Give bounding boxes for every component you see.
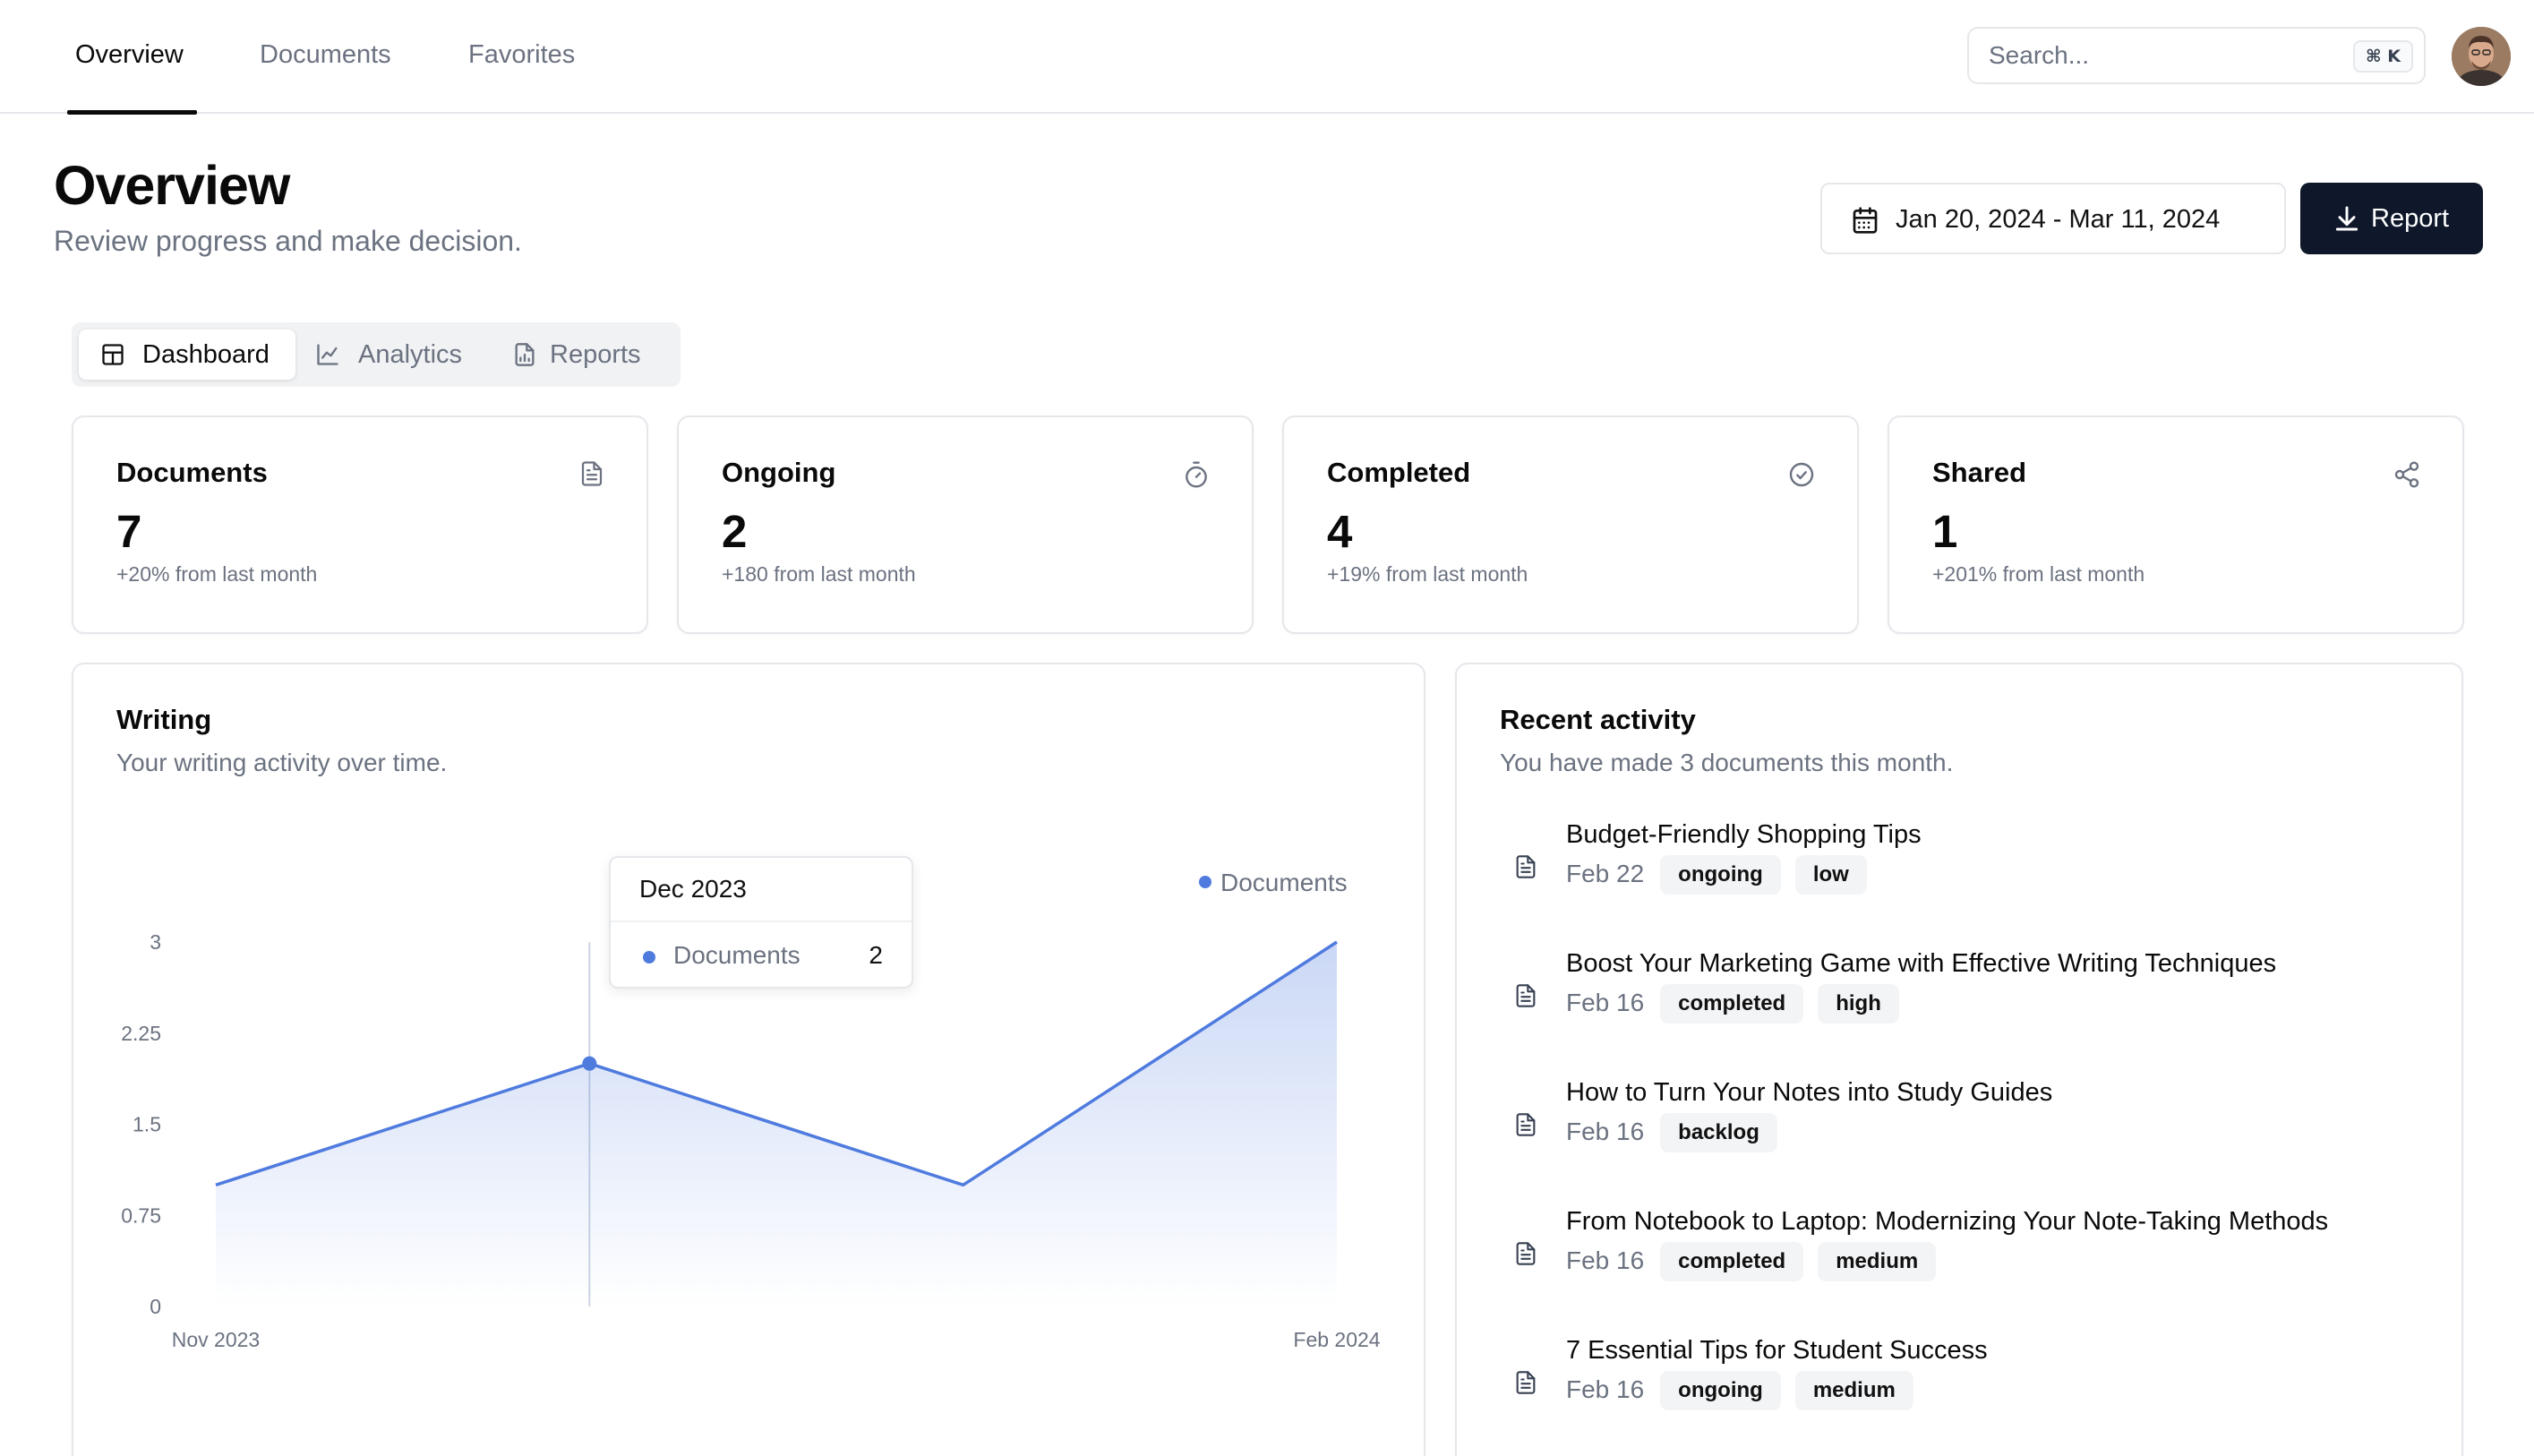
stat-card-completed: Completed 4 +19% from last month [1282,415,1859,634]
x-tick-label: Nov 2023 [172,1328,260,1351]
tab-dashboard[interactable]: Dashboard [79,330,295,380]
activity-title: Recent activity [1500,704,1696,735]
search-box[interactable]: ⌘ K [1967,27,2426,84]
tooltip-series-name: Documents [673,941,800,969]
chart-tooltip: Dec 2023 Documents 2 [609,856,913,989]
document-icon [1513,983,1538,1013]
timer-icon [1186,461,1207,488]
stat-value: 7 [116,506,142,557]
chart-legend: Documents [1199,869,1348,897]
priority-badge: medium [1794,1371,1913,1410]
stat-card-shared: Shared 1 +201% from last month [1888,415,2464,634]
recent-activity-card: Recent activity You have made 3 document… [1455,663,2463,1456]
stat-label: Shared [1932,457,2027,488]
stat-card-documents: Documents 7 +20% from last month [72,415,648,634]
priority-badge: medium [1818,1242,1937,1281]
search-shortcut: ⌘ K [2353,40,2413,73]
activity-item[interactable]: How to Turn Your Notes into Study Guides… [1457,1078,2460,1186]
avatar[interactable] [2452,27,2511,86]
tooltip-title: Dec 2023 [639,875,747,903]
priority-badge: low [1794,855,1867,895]
tooltip-series-dot [643,951,655,964]
activity-item[interactable]: Budget-Friendly Shopping Tips Feb 22 ongoi… [1457,820,2460,928]
stat-delta: +180 from last month [722,562,916,586]
writing-card: Writing Your writing activity over time.… [72,663,1425,1456]
y-tick-label: 3 [150,930,161,954]
status-badge: completed [1660,1242,1804,1281]
stat-label: Ongoing [722,457,836,488]
activity-item[interactable]: 7 Essential Tips for Student Success Feb … [1457,1336,2460,1443]
share-icon [2394,461,2419,488]
activity-item[interactable]: Boost Your Marketing Game with Effective… [1457,949,2460,1057]
search-input[interactable] [1989,29,2329,82]
tab-analytics[interactable]: Analytics [306,330,491,380]
activity-item-date: Feb 16 [1566,1118,1645,1145]
top-nav: Overview Documents Favorites ⌘ K [0,0,2534,115]
nav-tab-favorites[interactable]: Favorites [468,0,575,114]
view-tabs: Dashboard Analytics Reports [72,322,681,387]
stat-value: 1 [1932,506,1958,557]
report-button[interactable]: Report [2300,183,2483,254]
status-badge: ongoing [1660,1371,1781,1410]
activity-item-date: Feb 16 [1566,989,1645,1016]
y-tick-label: 2.25 [121,1022,161,1045]
stat-label: Completed [1327,457,1471,488]
date-range-picker[interactable]: Jan 20, 2024 - Mar 11, 2024 [1820,183,2286,254]
stat-delta: +201% from last month [1932,562,2145,586]
legend-dot [1199,876,1211,888]
stat-label: Documents [116,457,268,488]
date-range-label: Jan 20, 2024 - Mar 11, 2024 [1896,205,2221,234]
check-circle-icon [1789,462,1814,487]
report-button-label: Report [2371,204,2450,233]
x-tick-label: Feb 2024 [1293,1328,1380,1351]
y-tick-label: 0.75 [121,1203,161,1227]
status-badge: completed [1660,984,1804,1023]
tooltip-value: 2 [869,941,883,969]
page-subtitle: Review progress and make decision. [54,225,522,257]
legend-label: Documents [1220,869,1348,896]
y-tick-label: 0 [150,1295,161,1318]
stat-value: 2 [722,506,748,557]
activity-item-title[interactable]: How to Turn Your Notes into Study Guides [1566,1078,2052,1108]
user-avatar-icon [2452,27,2511,86]
document-icon [1513,1112,1538,1142]
priority-badge: high [1818,984,1899,1023]
file-chart-icon [515,343,535,366]
stat-delta: +19% from last month [1327,562,1528,586]
tab-label: Reports [550,340,641,369]
stat-delta: +20% from last month [116,562,318,586]
activity-item-title[interactable]: From Notebook to Laptop: Modernizing You… [1566,1207,2328,1237]
activity-item-date: Feb 16 [1566,1375,1645,1403]
y-tick-label: 1.5 [133,1113,161,1136]
tab-reports[interactable]: Reports [501,330,673,380]
activity-item-title[interactable]: 7 Essential Tips for Student Success [1566,1336,1988,1366]
document-icon [1513,1370,1538,1400]
document-icon [1513,1241,1538,1271]
file-text-icon [581,461,603,486]
status-badge: backlog [1660,1113,1777,1152]
activity-item[interactable]: From Notebook to Laptop: Modernizing You… [1457,1207,2460,1315]
status-badge: ongoing [1660,855,1781,895]
activity-item-date: Feb 16 [1566,1246,1645,1274]
download-icon [2335,206,2359,231]
nav-tab-documents[interactable]: Documents [260,0,391,114]
calendar-icon [1853,207,1878,234]
document-icon [1513,854,1538,884]
layout-icon [102,344,124,365]
activity-item-title[interactable]: Boost Your Marketing Game with Effective… [1566,949,2276,979]
tab-label: Dashboard [142,340,270,369]
writing-area-chart[interactable]: 0 0.75 1.5 2.25 3 Nov 2023 Feb 2024 [73,664,1424,1456]
activity-item-date: Feb 22 [1566,860,1645,887]
line-chart-icon [317,344,338,365]
activity-item-title[interactable]: Budget-Friendly Shopping Tips [1566,820,1922,850]
chart-data-point[interactable] [582,1056,597,1071]
nav-tab-overview[interactable]: Overview [75,0,184,114]
tab-label: Analytics [358,340,463,369]
page-title: Overview [54,155,290,216]
active-tab-indicator [67,110,197,115]
activity-subtitle: You have made 3 documents this month. [1500,749,1954,776]
stat-card-ongoing: Ongoing 2 +180 from last month [677,415,1254,634]
stat-value: 4 [1327,506,1353,557]
